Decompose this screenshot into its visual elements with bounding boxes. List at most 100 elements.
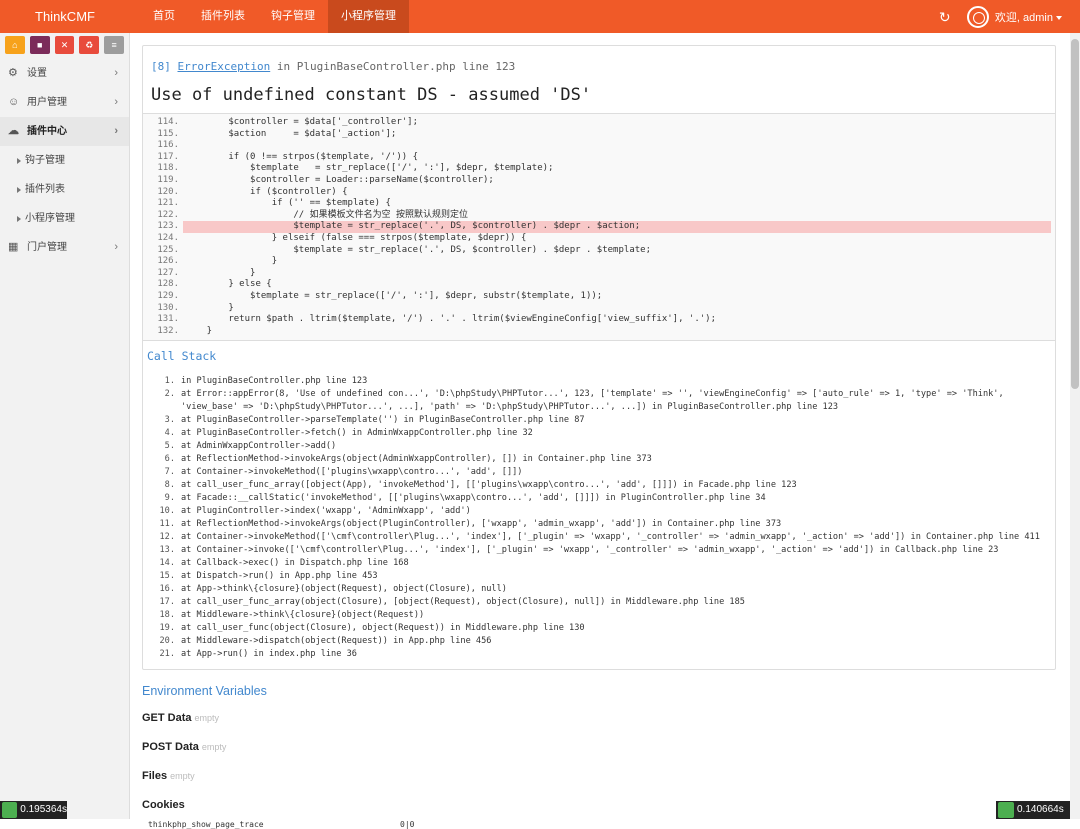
code-line: 128. } else {: [147, 279, 1051, 291]
stack-index: 20.: [147, 635, 181, 648]
bookmark-icon[interactable]: ■: [30, 36, 50, 54]
grid-icon: ▦: [8, 233, 18, 262]
thinkphp-trace-icon: [998, 802, 1014, 818]
refresh-icon[interactable]: ↻: [939, 10, 953, 24]
cookie-row: thinkphp_show_page_trace 0|0: [142, 820, 1056, 829]
line-number: 125.: [147, 245, 183, 257]
error-file-line: in PluginBaseController.php line 123: [277, 60, 515, 73]
line-number: 121.: [147, 198, 183, 210]
stack-frame: at call_user_func(object(Closure), objec…: [181, 622, 1051, 635]
stack-index: 5.: [147, 440, 181, 453]
chevron-right-icon: ›: [114, 88, 118, 117]
stack-index: 9.: [147, 492, 181, 505]
sidebar-subitem-4[interactable]: 插件列表: [0, 175, 129, 204]
timer-value-left: 0.195364s: [20, 801, 67, 819]
page-trace-timer-left[interactable]: 0.195364s: [0, 801, 67, 819]
stack-index: 10.: [147, 505, 181, 518]
code-line: 129. $template = str_replace(['/', ':'],…: [147, 291, 1051, 303]
brand-logo[interactable]: ThinkCMF: [0, 0, 130, 33]
avatar[interactable]: [967, 6, 989, 28]
list-icon[interactable]: ≡: [104, 36, 124, 54]
sidebar-item-6[interactable]: ▦门户管理›: [0, 233, 129, 262]
line-source: $template = str_replace('.', DS, $contro…: [183, 221, 1051, 233]
page-scrollbar[interactable]: [1070, 33, 1080, 819]
code-line: 116.: [147, 140, 1051, 152]
call-stack-title: Call Stack: [147, 349, 1051, 363]
stack-index: 7.: [147, 466, 181, 479]
line-number: 122.: [147, 210, 183, 222]
cookie-value: 0|0: [400, 820, 414, 829]
welcome-text: 欢迎, admin: [995, 12, 1053, 24]
line-source: }: [183, 303, 1051, 315]
code-line: 115. $action = $data['_action'];: [147, 129, 1051, 141]
stack-frame: at ReflectionMethod->invokeArgs(object(P…: [181, 518, 1051, 531]
stack-index: 14.: [147, 557, 181, 570]
line-number: 129.: [147, 291, 183, 303]
sidebar-item-label: 用户管理: [27, 97, 67, 108]
call-stack-item: 4.at PluginBaseController->fetch() in Ad…: [147, 427, 1051, 440]
cogs-icon: ⚙: [8, 59, 18, 88]
sidebar-subitem-3[interactable]: 钩子管理: [0, 146, 129, 175]
call-stack-item: 11.at ReflectionMethod->invokeArgs(objec…: [147, 518, 1051, 531]
stack-frame: at Error::appError(8, 'Use of undefined …: [181, 388, 1051, 414]
line-source: }: [183, 268, 1051, 280]
call-stack-item: 17.at call_user_func_array(object(Closur…: [147, 596, 1051, 609]
sidebar-item-0[interactable]: ⚙设置›: [0, 59, 129, 88]
stack-index: 21.: [147, 648, 181, 661]
line-source: [183, 140, 1051, 152]
caret-down-icon: [1056, 16, 1062, 20]
line-source: $controller = $data['_controller'];: [183, 117, 1051, 129]
stack-frame: at ReflectionMethod->invokeArgs(object(A…: [181, 453, 1051, 466]
line-source: return $path . ltrim($template, '/') . '…: [183, 314, 1051, 326]
line-source: }: [183, 256, 1051, 268]
users-icon: ☺: [8, 88, 19, 117]
call-stack-item: 8.at call_user_func_array([object(App), …: [147, 479, 1051, 492]
env-section-title: Files: [142, 770, 167, 782]
stack-frame: at PluginBaseController->fetch() in Admi…: [181, 427, 1051, 440]
exception-class-link[interactable]: ErrorException: [178, 60, 271, 73]
line-source: $template = str_replace(['/', ':'], $dep…: [183, 291, 1051, 303]
call-stack-item: 18.at Middleware->think\{closure}(object…: [147, 609, 1051, 622]
stack-frame: at PluginBaseController->parseTemplate('…: [181, 414, 1051, 427]
environment-variables-title: Environment Variables: [142, 684, 1056, 698]
cloud-icon: ☁: [8, 117, 19, 146]
sidebar-item-2[interactable]: ☁插件中心›: [0, 117, 129, 146]
call-stack-item: 6.at ReflectionMethod->invokeArgs(object…: [147, 453, 1051, 466]
trash-icon[interactable]: ✕: [55, 36, 75, 54]
call-stack-item: 1.in PluginBaseController.php line 123: [147, 375, 1051, 388]
nav-item-2[interactable]: 钩子管理: [258, 0, 328, 33]
stack-frame: at Middleware->think\{closure}(object(Re…: [181, 609, 1051, 622]
error-page: [8] ErrorException in PluginBaseControll…: [142, 45, 1056, 829]
nav-item-0[interactable]: 首页: [140, 0, 188, 33]
call-stack-item: 14.at Callback->exec() in Dispatch.php l…: [147, 557, 1051, 570]
sidebar-item-label: 门户管理: [27, 242, 67, 253]
thinkphp-trace-icon: [2, 802, 17, 818]
line-source: }: [183, 326, 1051, 338]
line-number: 131.: [147, 314, 183, 326]
call-stack-item: 2.at Error::appError(8, 'Use of undefine…: [147, 388, 1051, 414]
line-number: 117.: [147, 152, 183, 164]
home-icon[interactable]: ⌂: [5, 36, 25, 54]
stack-index: 13.: [147, 544, 181, 557]
code-line: 126. }: [147, 256, 1051, 268]
scrollbar-thumb[interactable]: [1071, 39, 1079, 389]
stack-frame: at AdminWxappController->add(): [181, 440, 1051, 453]
code-line: 131. return $path . ltrim($template, '/'…: [147, 314, 1051, 326]
code-line: 114. $controller = $data['_controller'];: [147, 117, 1051, 129]
call-stack-item: 10.at PluginController->index('wxapp', '…: [147, 505, 1051, 518]
sidebar-item-1[interactable]: ☺ 用户管理 ›: [0, 88, 129, 117]
line-number: 130.: [147, 303, 183, 315]
line-source: $template = str_replace('.', DS, $contro…: [183, 245, 1051, 257]
line-number: 132.: [147, 326, 183, 338]
welcome-user-menu[interactable]: 欢迎, admin: [995, 9, 1062, 25]
sidebar-subitem-5[interactable]: 小程序管理: [0, 204, 129, 233]
nav-item-3[interactable]: 小程序管理: [328, 0, 409, 33]
line-number: 115.: [147, 129, 183, 141]
recycle-icon[interactable]: ♻: [79, 36, 99, 54]
env-section-3: Cookies: [142, 799, 1056, 811]
code-line: 117. if (0 !== strpos($template, '/')) {: [147, 152, 1051, 164]
nav-item-1[interactable]: 插件列表: [188, 0, 258, 33]
page-trace-timer-right[interactable]: 0.140664s: [996, 801, 1070, 819]
env-section-1: POST Dataempty: [142, 741, 1056, 753]
code-line: 127. }: [147, 268, 1051, 280]
